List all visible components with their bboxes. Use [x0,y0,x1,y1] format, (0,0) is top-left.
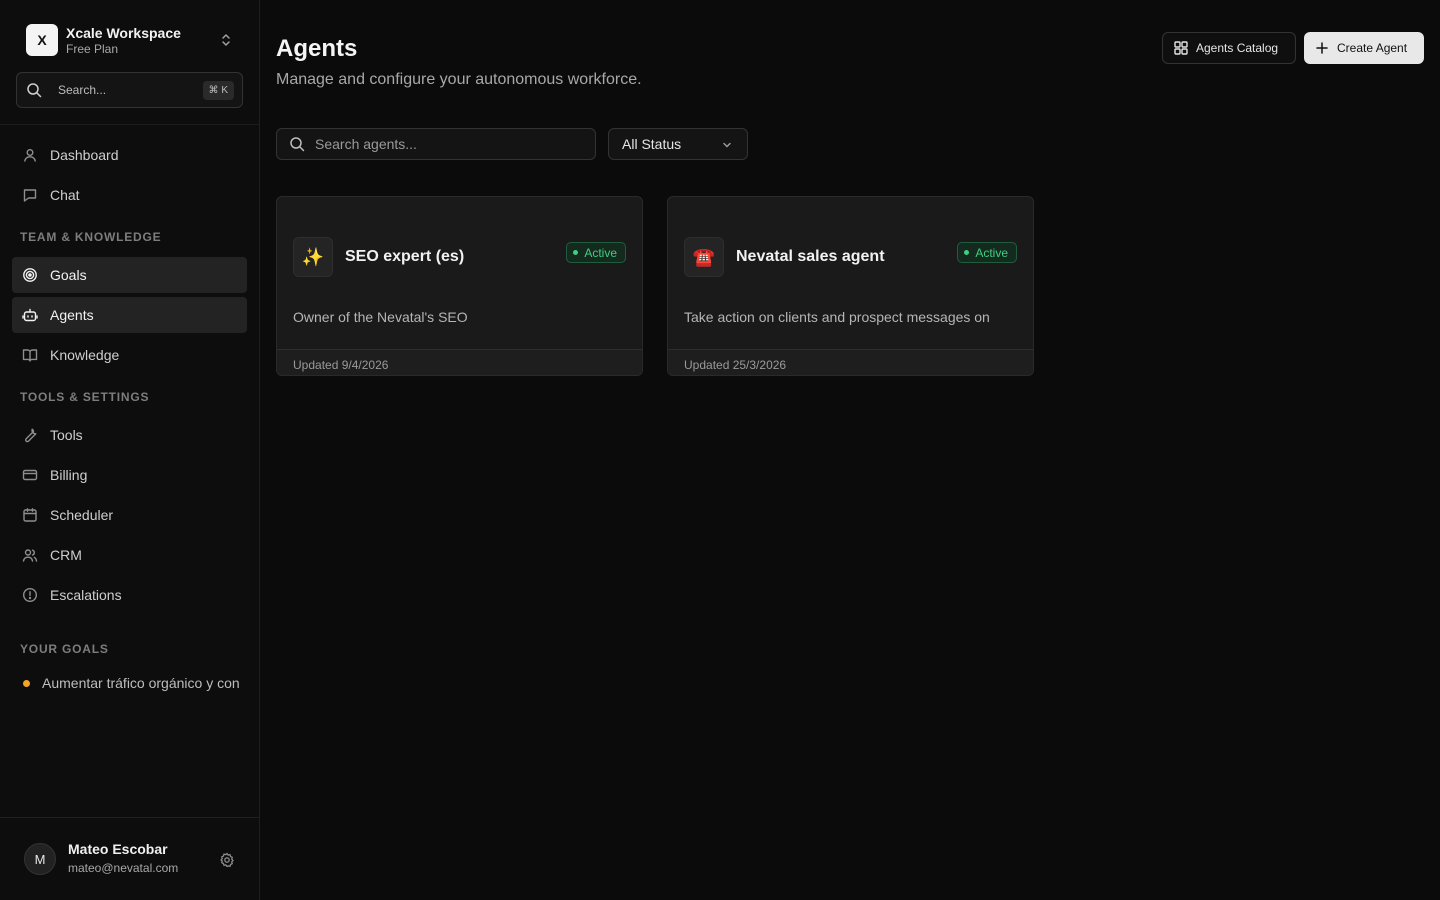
workspace-name: Xcale Workspace [66,24,181,41]
sidebar-item-label: CRM [50,547,82,563]
agent-name: SEO expert (es) [345,248,465,265]
sidebar-item-dashboard[interactable]: Dashboard [12,137,247,173]
user-name: Mateo Escobar [68,841,168,857]
section-heading-goals: YOUR GOALS [20,642,109,656]
plus-icon [1315,41,1329,55]
chevron-down-icon [721,139,733,151]
sidebar-item-knowledge[interactable]: Knowledge [12,337,247,373]
user-icon [22,147,38,163]
sidebar-search[interactable]: Search... ⌘ K [16,72,243,108]
book-icon [22,347,38,363]
sidebar-item-goals[interactable]: Goals [12,257,247,293]
agent-search-input[interactable]: Search agents... [276,128,596,160]
sidebar-item-tools[interactable]: Tools [12,417,247,453]
chat-icon [22,187,38,203]
agents-catalog-label: Agents Catalog [1196,41,1279,55]
agent-card-footer: Updated 9/4/2026 [277,349,642,375]
sidebar-item-label: Knowledge [50,347,120,363]
workspace-text: Xcale Workspace Free Plan [66,25,181,56]
sidebar-item-agents[interactable]: Agents [12,297,247,333]
sidebar-item-scheduler[interactable]: Scheduler [12,497,247,533]
status-badge: Active [566,242,626,263]
calendar-icon [22,507,38,523]
sidebar-item-label: Chat [50,187,80,203]
user-profile: M Mateo Escobar mateo@nevatal.com [0,817,259,900]
status-label: Active [584,245,617,260]
sidebar: X Xcale Workspace Free Plan Search... ⌘ … [0,0,260,900]
create-agent-button[interactable]: Create Agent [1304,32,1424,64]
agent-description: Take action on clients and prospect mess… [684,309,990,325]
status-dot [964,250,970,255]
create-agent-label: Create Agent [1337,41,1408,55]
agent-name: Nevatal sales agent [736,248,885,265]
agent-card[interactable]: ☎️ Nevatal sales agent Active Take actio… [667,196,1034,376]
sidebar-item-label: Agents [50,307,94,323]
agent-search-placeholder: Search agents... [315,136,417,152]
wrench-icon [22,427,38,443]
sidebar-item-crm[interactable]: CRM [12,537,247,573]
sidebar-item-escalations[interactable]: Escalations [12,577,247,613]
search-shortcut: ⌘ K [202,81,234,100]
section-heading-tools: TOOLS & SETTINGS [20,390,150,404]
status-label: Active [975,245,1008,260]
workspace-plan: Free Plan [66,41,119,56]
grid-icon [1174,41,1188,55]
agent-updated: Updated 9/4/2026 [293,358,389,372]
sidebar-goal-item[interactable]: Aumentar tráfico orgánico y con [20,674,247,692]
chevrons-up-down-icon[interactable] [218,32,234,48]
sidebar-item-chat[interactable]: Chat [12,177,247,213]
card-icon [22,467,38,483]
section-heading-team: TEAM & KNOWLEDGE [20,230,162,244]
agent-card-footer: Updated 25/3/2026 [668,349,1033,375]
telephone-icon: ☎️ [684,237,724,277]
status-filter-select[interactable]: All Status [608,128,748,160]
sidebar-divider [0,124,259,125]
agent-updated: Updated 25/3/2026 [684,358,787,372]
page-title: Agents [276,35,358,62]
sidebar-search-placeholder: Search... [58,83,107,97]
status-dot [573,250,579,255]
agent-description: Owner of the Nevatal's SEO [293,309,468,325]
search-icon [289,136,305,152]
goal-label: Aumentar tráfico orgánico y con [42,675,240,691]
gear-icon[interactable] [219,852,235,868]
sidebar-item-label: Goals [50,267,87,283]
workspace-switcher[interactable]: X Xcale Workspace Free Plan [16,20,244,60]
search-icon [26,82,42,98]
sidebar-item-label: Dashboard [50,147,119,163]
goal-status-dot [23,679,30,687]
avatar[interactable]: M [24,843,56,875]
sidebar-item-label: Billing [50,467,88,483]
sidebar-item-label: Tools [50,427,83,443]
sidebar-item-label: Scheduler [50,507,114,523]
agent-card[interactable]: ✨ SEO expert (es) Active Owner of the Ne… [276,196,643,376]
page-subtitle: Manage and configure your autonomous wor… [276,71,642,88]
agents-catalog-button[interactable]: Agents Catalog [1162,32,1296,64]
status-filter-value: All Status [622,136,682,152]
sidebar-item-billing[interactable]: Billing [12,457,247,493]
target-icon [22,267,38,283]
bot-icon [22,307,38,323]
alert-circle-icon [22,587,38,603]
sparkles-icon: ✨ [293,237,333,277]
status-badge: Active [957,242,1017,263]
workspace-logo: X [26,24,58,56]
sidebar-item-label: Escalations [50,587,122,603]
user-email: mateo@nevatal.com [68,861,179,875]
users-icon [22,547,38,563]
